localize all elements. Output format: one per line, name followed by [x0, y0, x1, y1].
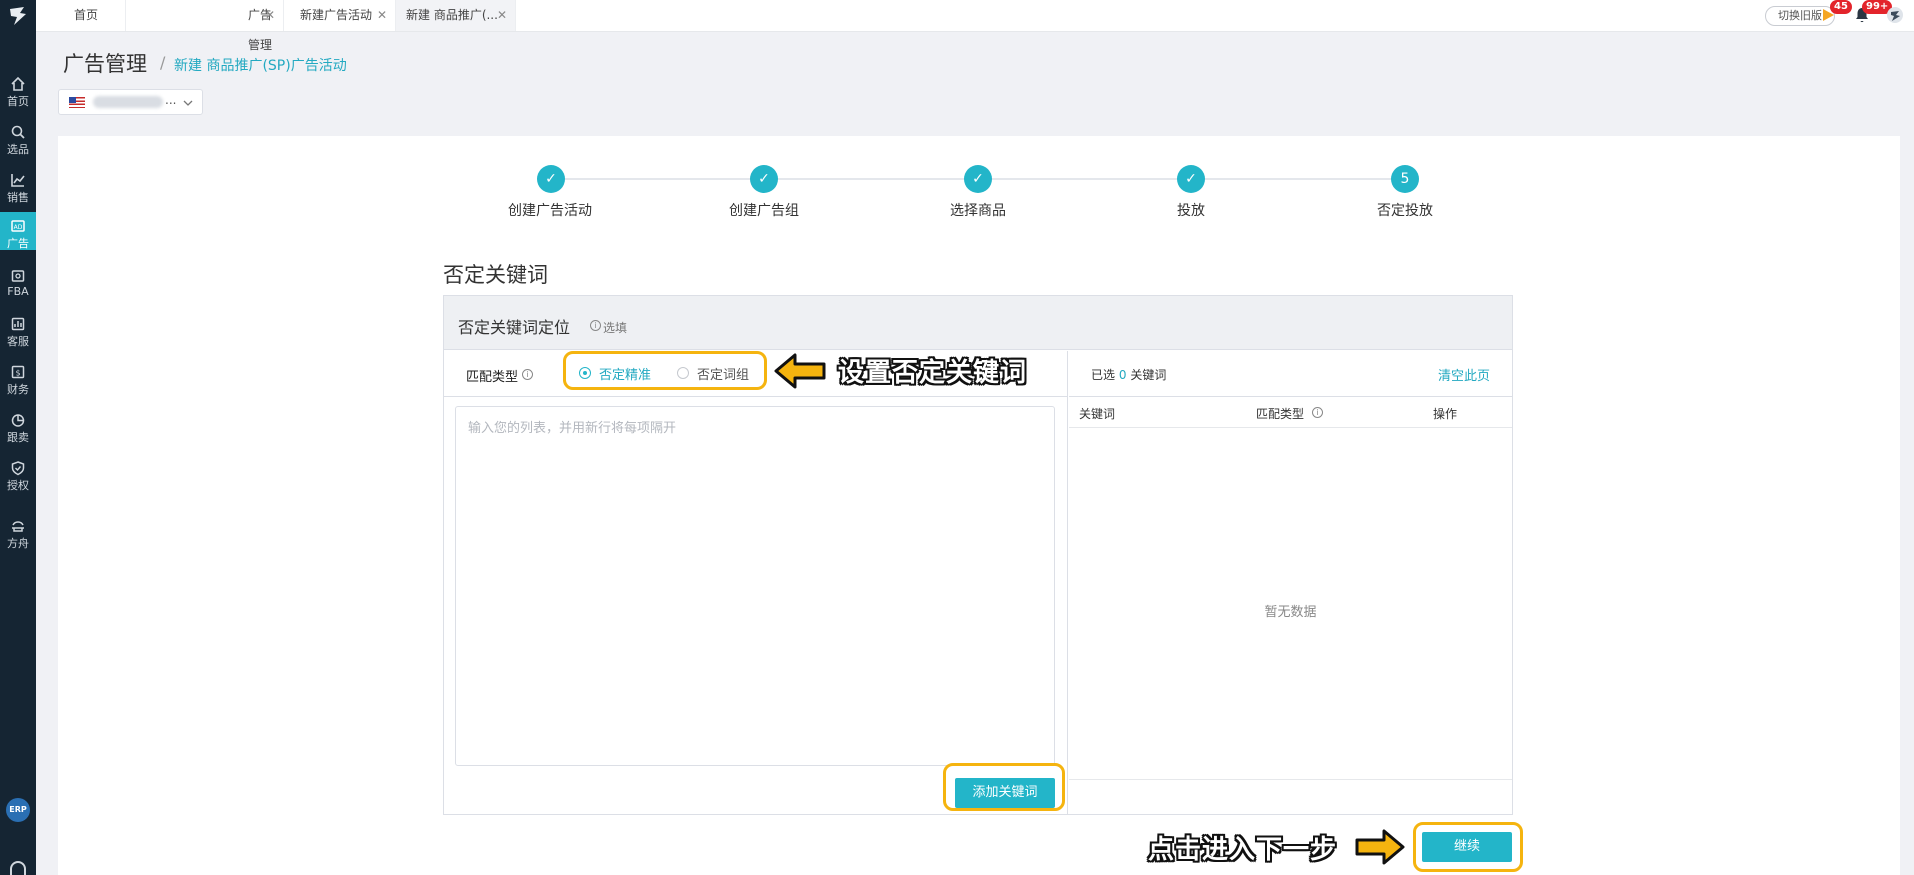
- step-label-2: 创建广告组: [729, 203, 799, 219]
- highlight-add-button: [943, 763, 1065, 811]
- sidebar-item-selection[interactable]: 选品: [0, 118, 36, 158]
- step-label-3: 选择商品: [950, 203, 1006, 219]
- tab-label: 新建 商品推广(...: [406, 8, 498, 22]
- breadcrumb-separator: /: [160, 53, 166, 72]
- step-label-5: 否定投放: [1377, 203, 1433, 219]
- highlight-continue-button: [1413, 822, 1523, 872]
- selected-row: 已选 0 关键词 清空此页: [1069, 351, 1512, 397]
- selected-summary: 已选 0 关键词: [1091, 366, 1166, 383]
- selected-suffix: 关键词: [1130, 368, 1167, 382]
- box-icon: [11, 270, 25, 282]
- close-icon[interactable]: ✕: [497, 0, 507, 30]
- selected-prefix: 已选: [1091, 368, 1116, 382]
- pie-icon: [11, 414, 25, 427]
- sidebar-item-label: FBA: [7, 285, 29, 298]
- sidebar-item-label: 客服: [7, 335, 29, 348]
- sidebar-item-label: 跟卖: [7, 431, 29, 444]
- clear-page-link[interactable]: 清空此页: [1438, 365, 1490, 384]
- close-icon[interactable]: ✕: [377, 0, 387, 30]
- sidebar-item-finance[interactable]: $ 财务: [0, 358, 36, 398]
- flag-badge: 45: [1830, 0, 1852, 14]
- empty-state: 暂无数据: [1264, 605, 1317, 620]
- highlight-match-type: [563, 351, 767, 390]
- tab-label: 新建广告活动: [300, 8, 373, 22]
- sidebar-item-label: 销售: [7, 191, 29, 204]
- sidebar-item-follow[interactable]: 跟卖: [0, 406, 36, 446]
- ad-icon: AD: [11, 220, 25, 232]
- avatar[interactable]: [1886, 6, 1904, 24]
- finance-icon: $: [11, 365, 25, 379]
- sidebar-item-label: 方舟: [7, 537, 29, 550]
- headset-icon[interactable]: [10, 861, 26, 875]
- store-ellipsis: ...: [165, 93, 177, 107]
- sidebar-item-service[interactable]: 客服: [0, 310, 36, 350]
- sidebar-item-label: 首页: [7, 95, 29, 108]
- sidebar-item-label: 财务: [7, 383, 29, 396]
- box-title: 否定关键词定位: [458, 318, 571, 337]
- store-name-blurred: [93, 96, 163, 108]
- chevron-down-icon: [183, 100, 193, 106]
- step-dot-3: ✓: [964, 165, 992, 193]
- keyword-input-pane: 匹配类型 i 否定精准 否定词组 输入您的列表，并用新行将每项隔开 添加关键词: [444, 351, 1068, 814]
- chart-icon: [11, 174, 25, 187]
- selected-count: 0: [1118, 368, 1127, 382]
- optional-label: 选填: [603, 321, 628, 335]
- section-title: 否定关键词: [443, 263, 548, 287]
- keyword-textarea-placeholder: 输入您的列表，并用新行将每项隔开: [468, 421, 677, 436]
- service-icon: [11, 317, 25, 331]
- info-icon[interactable]: i: [522, 369, 533, 380]
- arrow-left-icon: [774, 353, 826, 389]
- sidebar: 首页 选品 销售 AD 广告 FBA 客服 $ 财务 跟卖 授权 方舟 ERP: [0, 0, 36, 875]
- column-match-type: 匹配类型: [1256, 407, 1305, 421]
- step-label-4: 投放: [1177, 203, 1205, 219]
- sidebar-item-ads[interactable]: AD 广告: [0, 212, 36, 250]
- svg-text:AD: AD: [14, 224, 23, 231]
- tab-bar: 首页 广告管理 ✕ 新建广告活动 ✕ 新建 商品推广(... ✕ 切换旧版 45…: [36, 0, 1914, 52]
- sidebar-item-label: 授权: [7, 479, 29, 492]
- tab-new-sp-campaign[interactable]: 新建 商品推广(... ✕: [396, 0, 516, 31]
- sidebar-item-sales[interactable]: 销售: [0, 166, 36, 206]
- keyword-textarea[interactable]: 输入您的列表，并用新行将每项隔开: [455, 406, 1055, 766]
- breadcrumb[interactable]: 新建 商品推广(SP)广告活动: [174, 55, 347, 75]
- column-action: 操作: [1433, 407, 1458, 421]
- match-type-label: 匹配类型: [466, 370, 519, 385]
- app-logo-icon[interactable]: [6, 4, 30, 28]
- tab-new-campaign[interactable]: 新建广告活动 ✕: [284, 0, 396, 31]
- box-header: 否定关键词定位 i 选填: [444, 296, 1512, 350]
- home-icon: [11, 76, 25, 91]
- ark-icon: [12, 521, 24, 532]
- search-icon: [11, 125, 25, 139]
- us-flag-icon: [69, 97, 85, 108]
- step-dot-2: ✓: [750, 165, 778, 193]
- annotation-set-negative: 设置否定关键词: [838, 358, 1028, 388]
- sidebar-item-label: 广告: [7, 237, 29, 250]
- column-keyword: 关键词: [1079, 407, 1116, 421]
- erp-badge[interactable]: ERP: [6, 798, 30, 822]
- sidebar-item-home[interactable]: 首页: [0, 70, 36, 110]
- annotation-next-step: 点击进入下一步: [1148, 835, 1338, 865]
- arrow-right-icon: [1355, 829, 1405, 865]
- tab-home[interactable]: 首页: [36, 0, 126, 31]
- step-dot-5: 5: [1391, 165, 1419, 193]
- table-header: 关键词 匹配类型 i 操作: [1069, 397, 1512, 428]
- sidebar-item-fba[interactable]: FBA: [0, 262, 36, 302]
- sidebar-item-auth[interactable]: 授权: [0, 454, 36, 494]
- step-dot-1: ✓: [537, 165, 565, 193]
- step-label-1: 创建广告活动: [508, 203, 592, 219]
- info-icon[interactable]: i: [590, 320, 601, 331]
- selected-keywords-pane: 已选 0 关键词 清空此页 关键词 匹配类型 i 操作 暂无数据: [1069, 351, 1512, 814]
- sidebar-item-label: 选品: [7, 143, 29, 156]
- store-select[interactable]: ...: [58, 89, 203, 115]
- shield-icon: [11, 461, 25, 476]
- step-dot-4: ✓: [1177, 165, 1205, 193]
- info-icon[interactable]: i: [1312, 407, 1323, 418]
- svg-text:$: $: [15, 369, 20, 378]
- tab-label: 首页: [74, 8, 99, 22]
- table-footer-line: [1069, 779, 1512, 780]
- sidebar-item-ark[interactable]: 方舟: [0, 512, 36, 552]
- page-title: 广告管理: [63, 52, 147, 76]
